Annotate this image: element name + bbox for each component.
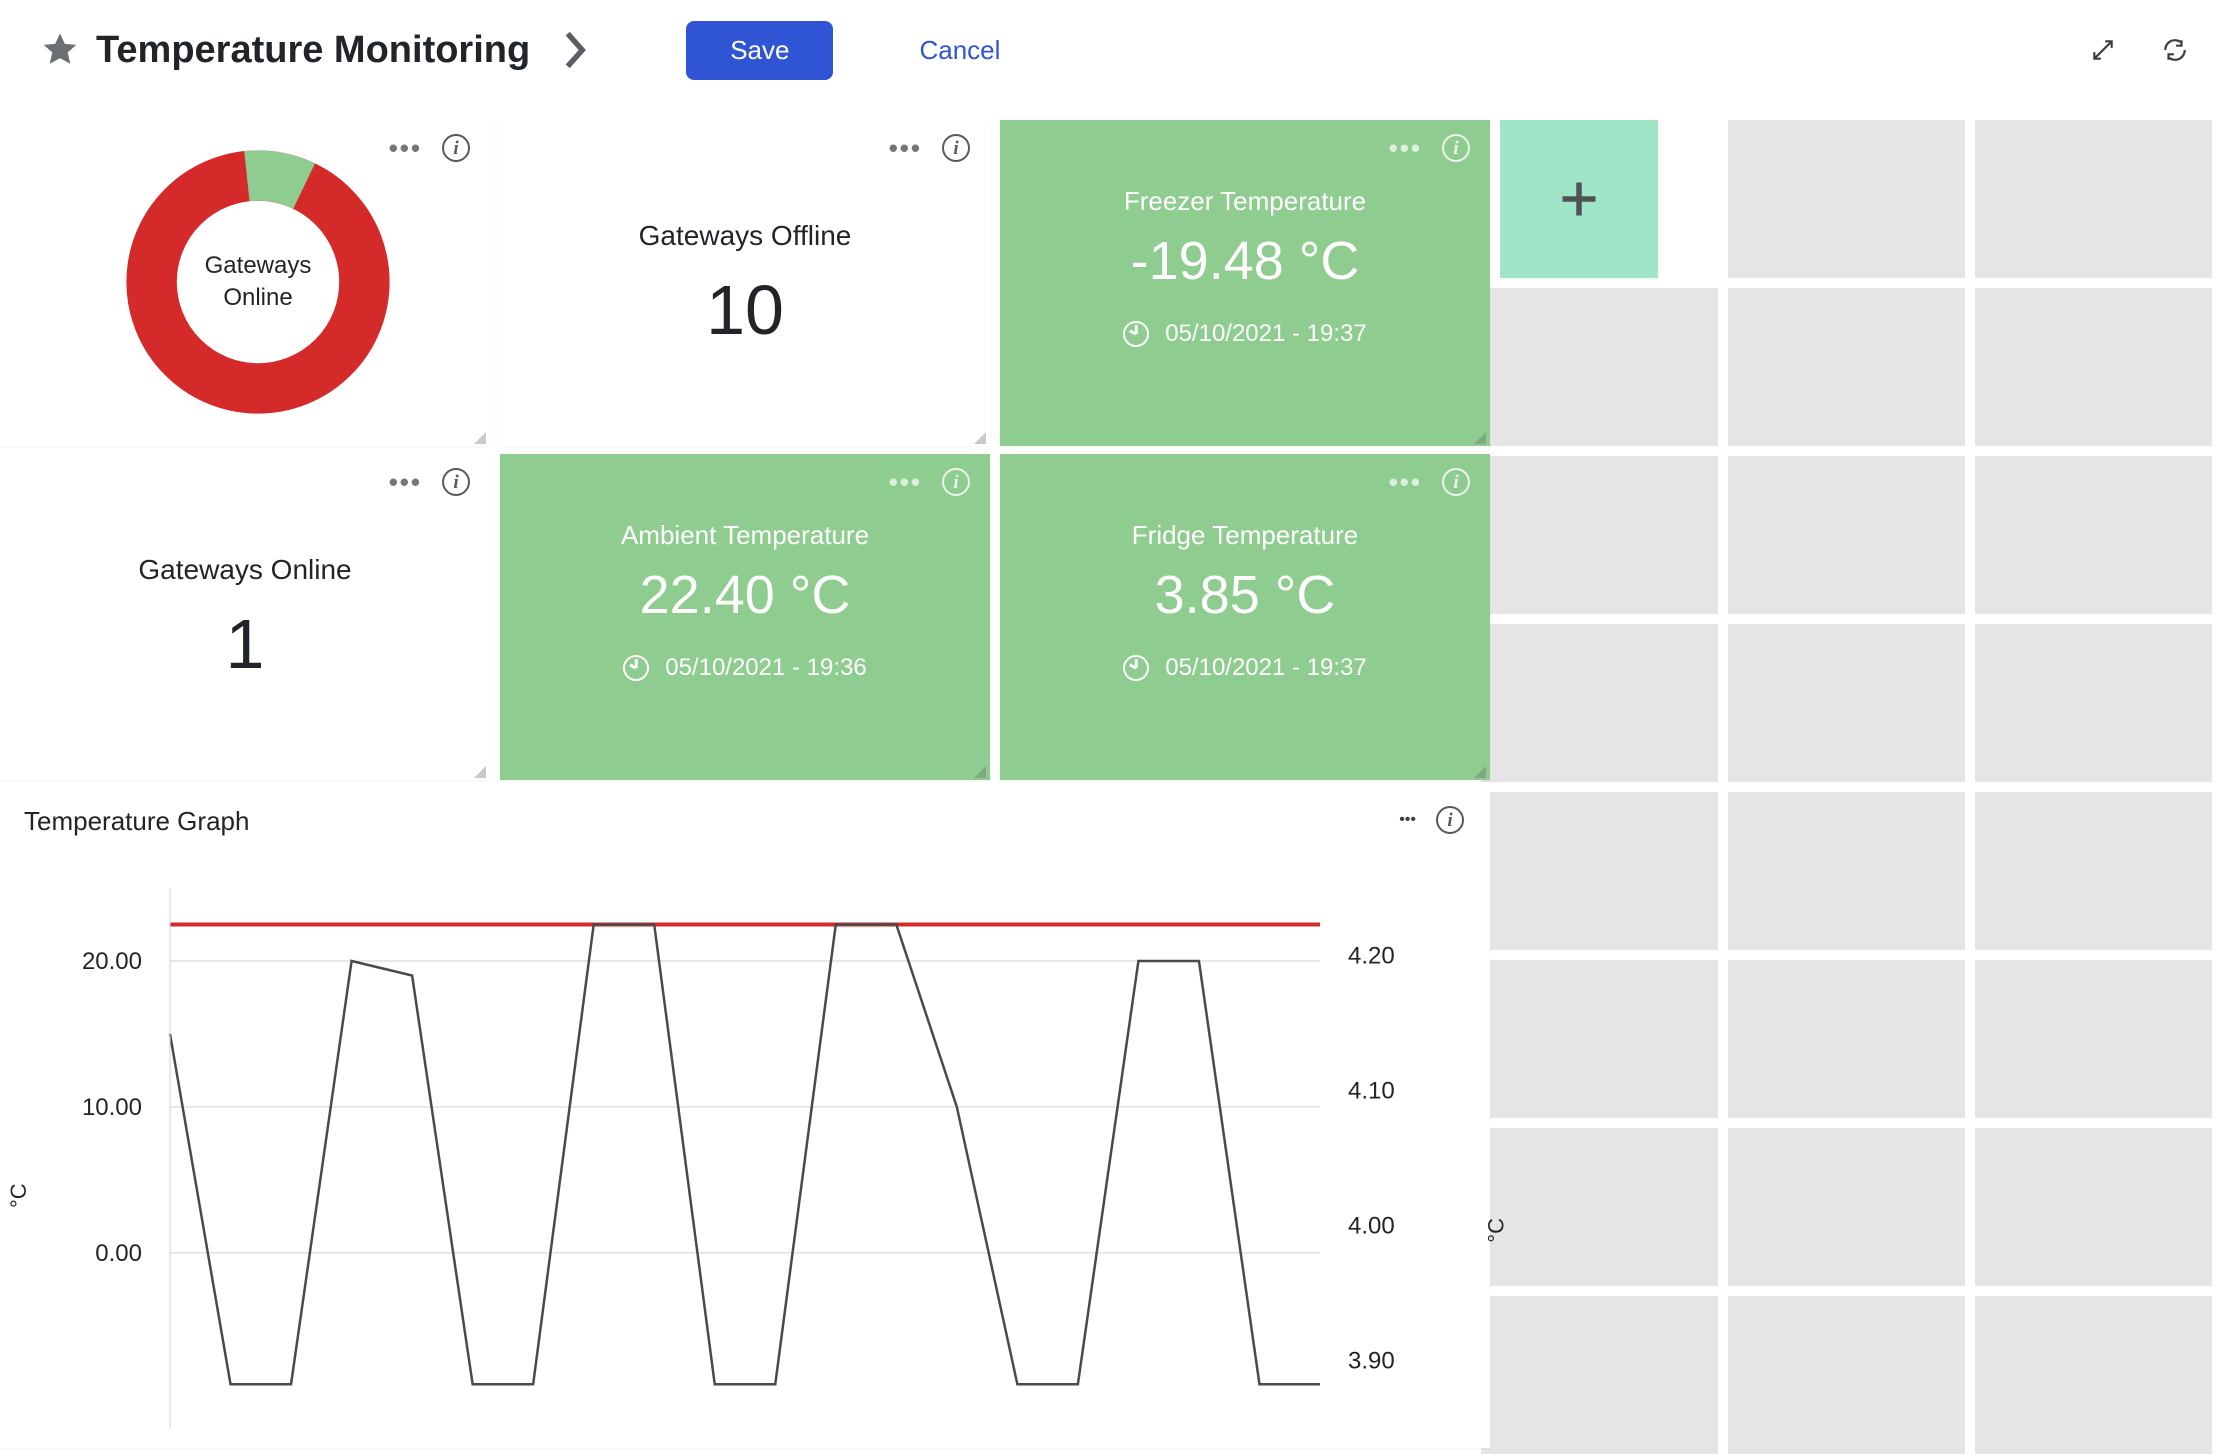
widget-more-icon[interactable]: ••• <box>1389 469 1422 495</box>
widget-value: 22.40 °C <box>500 564 990 626</box>
widget-info-icon[interactable]: i <box>1442 468 1470 496</box>
clock-icon <box>623 655 649 681</box>
svg-text:4.00: 4.00 <box>1348 1213 1395 1240</box>
svg-text:3.90: 3.90 <box>1348 1348 1395 1375</box>
svg-text:10.00: 10.00 <box>82 1094 142 1121</box>
resize-handle-icon[interactable] <box>472 764 486 778</box>
widget-info-icon[interactable]: i <box>1442 134 1470 162</box>
expand-arrows-icon[interactable] <box>2090 37 2116 63</box>
widget-timestamp: 05/10/2021 - 19:37 <box>1165 654 1367 682</box>
widget-label: Gateways Offline <box>500 220 990 252</box>
star-icon[interactable] <box>40 30 80 70</box>
widget-info-icon[interactable]: i <box>942 134 970 162</box>
widget-gateways-offline[interactable]: ••• i Gateways Offline 10 <box>500 120 990 446</box>
resize-handle-icon[interactable] <box>972 764 986 778</box>
y-axis-right-label: °C <box>1484 1218 1510 1243</box>
svg-text:0.00: 0.00 <box>95 1240 142 1267</box>
widget-ambient-temperature[interactable]: ••• i Ambient Temperature 22.40 °C 05/10… <box>500 454 990 780</box>
widget-timestamp: 05/10/2021 - 19:37 <box>1165 320 1367 348</box>
plus-icon <box>1557 177 1601 221</box>
widget-info-icon[interactable]: i <box>1436 806 1464 834</box>
svg-text:4.10: 4.10 <box>1348 1078 1395 1105</box>
widget-more-icon[interactable]: ••• <box>389 469 422 495</box>
widget-value: 3.85 °C <box>1000 564 1490 626</box>
clock-icon <box>1123 655 1149 681</box>
breadcrumb-chevron-icon[interactable] <box>564 30 586 70</box>
widget-more-icon[interactable]: ••• <box>1389 135 1422 161</box>
widget-freezer-temperature[interactable]: ••• i Freezer Temperature -19.48 °C 05/1… <box>1000 120 1490 446</box>
y-axis-left-label: °C <box>6 1183 32 1208</box>
widget-value: -19.48 °C <box>1000 230 1490 292</box>
resize-handle-icon[interactable] <box>1472 430 1486 444</box>
page-header: Temperature Monitoring Save Cancel <box>0 0 2222 100</box>
chart-title: Temperature Graph <box>24 806 249 837</box>
resize-handle-icon[interactable] <box>472 430 486 444</box>
widget-label: Gateways Online <box>0 554 490 586</box>
save-button[interactable]: Save <box>686 21 833 80</box>
widget-label: Fridge Temperature <box>1000 520 1490 551</box>
page-title: Temperature Monitoring <box>96 29 530 72</box>
donut-center-line2: Online <box>223 282 292 314</box>
widget-gateways-online-count[interactable]: ••• i Gateways Online 1 <box>0 454 490 780</box>
widget-info-icon[interactable]: i <box>942 468 970 496</box>
donut-center-line1: Gateways <box>205 250 312 282</box>
widget-info-icon[interactable]: i <box>442 468 470 496</box>
widget-value: 10 <box>500 270 990 350</box>
donut-chart: Gateways Online <box>118 142 398 422</box>
widget-label: Freezer Temperature <box>1000 186 1490 217</box>
widget-timestamp: 05/10/2021 - 19:36 <box>665 654 867 682</box>
widget-temperature-graph[interactable]: Temperature Graph ••• i 20.00 10.00 0.00 4.… <box>0 788 1490 1448</box>
widget-more-icon[interactable]: ••• <box>889 135 922 161</box>
temperature-chart: 20.0010.000.004.204.104.003.90 °C °C <box>0 868 1490 1448</box>
svg-text:20.00: 20.00 <box>82 948 142 975</box>
widget-value: 1 <box>0 604 490 684</box>
widget-more-icon[interactable]: ••• <box>1399 811 1416 829</box>
svg-text:4.20: 4.20 <box>1348 943 1395 970</box>
cancel-button[interactable]: Cancel <box>913 34 1006 67</box>
clock-icon <box>1123 321 1149 347</box>
widget-gateways-online-donut[interactable]: ••• i Gateways Online <box>0 120 490 446</box>
widget-label: Ambient Temperature <box>500 520 990 551</box>
resize-handle-icon[interactable] <box>1472 764 1486 778</box>
widget-fridge-temperature[interactable]: ••• i Fridge Temperature 3.85 °C 05/10/2… <box>1000 454 1490 780</box>
widget-info-icon[interactable]: i <box>442 134 470 162</box>
resize-handle-icon[interactable] <box>972 430 986 444</box>
refresh-icon[interactable] <box>2162 37 2188 63</box>
add-widget-button[interactable] <box>1500 120 1658 278</box>
widget-more-icon[interactable]: ••• <box>889 469 922 495</box>
